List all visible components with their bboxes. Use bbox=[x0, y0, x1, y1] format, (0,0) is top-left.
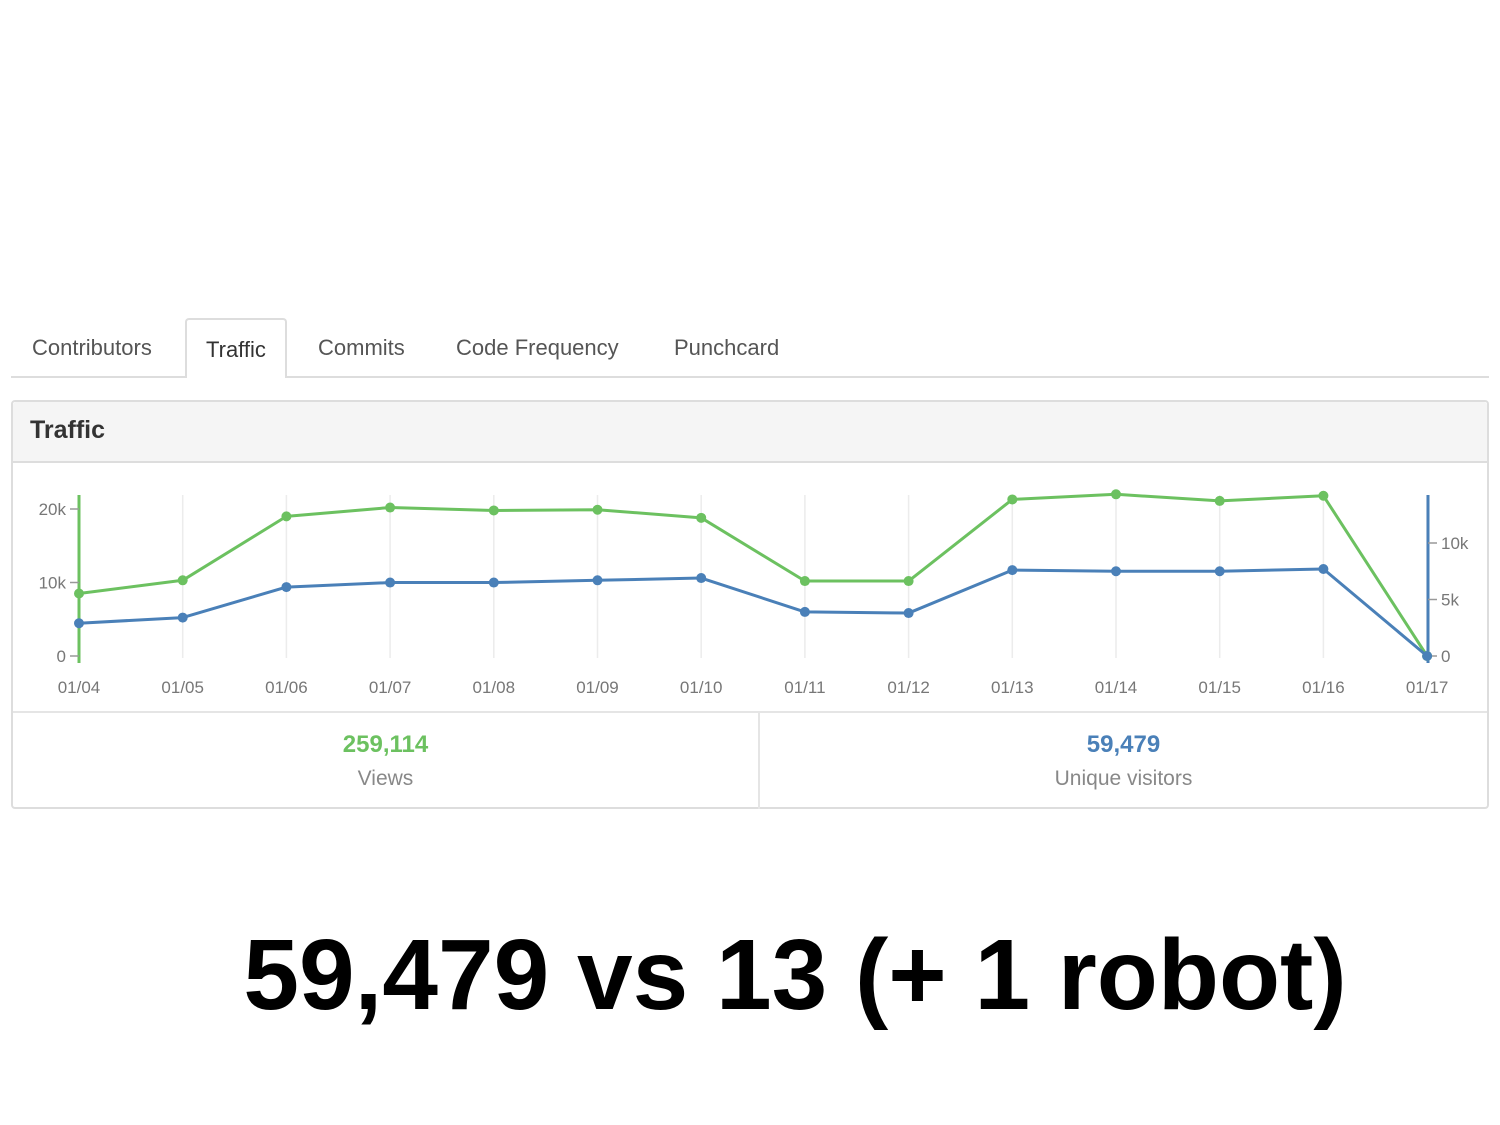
left-axis-tick-label: 10k bbox=[39, 574, 67, 593]
visitors-summary: 59,479 Unique visitors bbox=[760, 713, 1487, 809]
right-axis-tick-label: 0 bbox=[1441, 647, 1450, 666]
views-count: 259,114 bbox=[342, 731, 429, 758]
visitors-point bbox=[799, 606, 810, 617]
visitors-point bbox=[74, 618, 84, 629]
views-point bbox=[177, 575, 188, 586]
visitors-point bbox=[488, 577, 499, 588]
views-line bbox=[78, 492, 1429, 657]
views-summary: 259,114 Views bbox=[13, 713, 760, 809]
x-axis-tick-label: 01/08 bbox=[473, 678, 516, 697]
x-axis-tick-label: 01/07 bbox=[369, 678, 412, 697]
x-axis-tick-label: 01/17 bbox=[1406, 678, 1449, 697]
x-axis-tick-label: 01/06 bbox=[265, 678, 308, 697]
visitors-point bbox=[1214, 566, 1225, 577]
traffic-summary: 259,114 Views 59,479 Unique visitors bbox=[13, 711, 1487, 809]
visitors-point bbox=[903, 608, 914, 619]
slide-caption: 59,479 vs 13 (+ 1 robot) bbox=[243, 919, 1347, 1031]
x-axis-tick-label: 01/14 bbox=[1095, 678, 1138, 697]
x-axis-tick-label: 01/11 bbox=[784, 678, 825, 697]
views-point bbox=[1318, 490, 1329, 501]
unique-visitors-label: Unique visitors bbox=[1054, 767, 1193, 790]
views-point bbox=[74, 588, 84, 599]
x-axis-tick-label: 01/05 bbox=[161, 678, 204, 697]
views-label: Views bbox=[357, 767, 414, 790]
right-axis-tick-label: 5k bbox=[1441, 591, 1459, 610]
x-axis-tick-label: 01/15 bbox=[1198, 678, 1241, 697]
left-axis-tick-label: 20k bbox=[39, 500, 67, 519]
views-point bbox=[903, 576, 914, 587]
unique-visitors-count: 59,479 bbox=[1086, 731, 1161, 758]
views-point bbox=[696, 512, 707, 523]
x-axis-tick-label: 01/12 bbox=[887, 678, 930, 697]
x-axis-tick-label: 01/09 bbox=[576, 678, 619, 697]
page: Contributors Traffic Commits Code Freque… bbox=[0, 0, 1500, 1125]
right-axis-tick-label: 10k bbox=[1441, 534, 1469, 553]
x-axis-tick-label: 01/04 bbox=[58, 678, 101, 697]
traffic-panel: Traffic 0 10k 20k 0 5k 10k 01/04 01/05 01/06 01/0… bbox=[11, 400, 1489, 809]
views-point bbox=[1111, 489, 1121, 500]
visitors-point bbox=[1111, 566, 1121, 577]
visitors-point bbox=[592, 575, 603, 586]
views-point bbox=[281, 511, 292, 522]
visitors-point bbox=[281, 582, 292, 593]
x-axis-tick-label: 01/16 bbox=[1302, 678, 1345, 697]
visitors-point bbox=[385, 577, 396, 588]
x-axis-tick-label: 01/10 bbox=[680, 678, 723, 697]
views-point bbox=[1007, 494, 1018, 505]
visitors-point bbox=[1318, 563, 1329, 574]
views-point bbox=[799, 576, 810, 587]
left-axis-tick-label: 0 bbox=[57, 647, 66, 666]
views-point bbox=[385, 502, 396, 513]
visitors-point bbox=[1422, 651, 1433, 661]
views-point bbox=[592, 504, 603, 515]
visitors-point bbox=[177, 612, 188, 623]
visitors-point bbox=[1007, 565, 1018, 576]
x-axis-tick-label: 01/13 bbox=[991, 678, 1034, 697]
visitors-point bbox=[696, 573, 707, 584]
visitors-line bbox=[78, 567, 1429, 658]
views-point bbox=[1214, 495, 1225, 506]
views-point bbox=[488, 505, 499, 516]
